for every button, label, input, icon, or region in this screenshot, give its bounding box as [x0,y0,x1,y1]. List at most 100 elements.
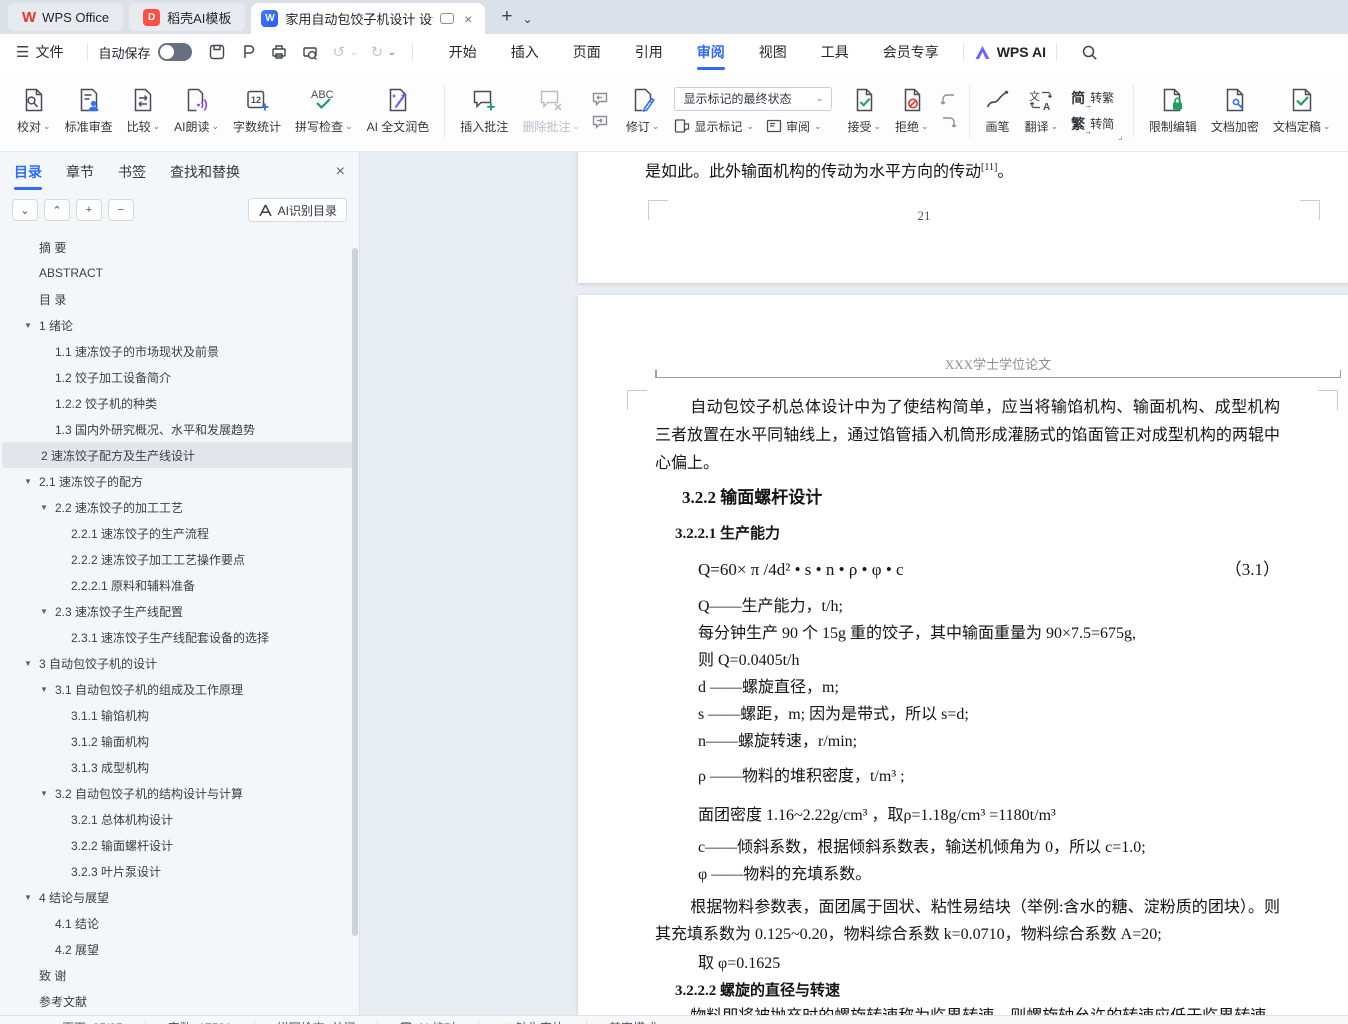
simplified-to-traditional-button[interactable]: 简→ 转繁 [1071,88,1114,108]
file-menu[interactable]: ☰ 文件 [16,42,63,62]
markup-state-dropdown[interactable]: 显示标记的最终状态⌄ [674,87,832,111]
toc-item[interactable]: ▼ 3.2.3 叶片泵设计 [0,858,353,884]
group-expand-icon[interactable]: ⌟ [1118,131,1123,142]
insert-comment-button[interactable]: 插入批注 [453,83,515,139]
toc-item[interactable]: ▼ 1.2.2 饺子机的种类 [0,390,353,416]
toc-item[interactable]: ▼ 3.2 自动包饺子机的结构设计与计算 [0,780,353,806]
tab-display-icon[interactable] [440,13,454,24]
tab-docer-templates[interactable]: D 稻壳AI模板 [129,3,245,31]
proofread-button[interactable]: 校对⌄ [10,83,58,139]
autosave-toggle[interactable] [158,43,192,61]
tab-find-replace[interactable]: 查找和替换 [170,152,240,192]
toc-item[interactable]: ▼ 3.1.1 输馅机构 [0,702,353,728]
tab-bookmarks[interactable]: 书签 [118,152,146,192]
reject-change-button[interactable]: 拒绝⌄ [888,83,936,139]
toc-item[interactable]: ▼ 3 自动包饺子机的设计 [0,650,353,676]
traditional-to-simplified-button[interactable]: 繁→ 转简 [1071,114,1114,134]
toc-item[interactable]: ▼ 2 速冻饺子配方及生产线设计 [2,442,353,468]
toc-item[interactable]: ▼ 1.2 饺子加工设备简介 [0,364,353,390]
toc-item[interactable]: ▼ 3.2.2 输面螺杆设计 [0,832,353,858]
toc-item[interactable]: ▼ 4 结论与展望 [0,884,353,910]
tab-close-icon[interactable]: × [461,10,475,28]
document-canvas[interactable]: 是如此。此外输面机构的传动为水平方向的传动[11]。 21 XXX学士学位论文 … [360,152,1348,1015]
accept-change-button[interactable]: 接受⌄ [840,83,888,139]
zoom-out-outline-button[interactable]: − [108,199,134,221]
toc-item[interactable]: ▼ 致 谢 [0,962,353,988]
menu-item[interactable]: 审阅 [697,34,725,70]
toc-item[interactable]: ▼ 3.1 自动包饺子机的组成及工作原理 [0,676,353,702]
zoom-in-outline-button[interactable]: + [76,199,102,221]
toc-item[interactable]: ▼ 1.1 速冻饺子的市场现状及前景 [0,338,353,364]
toc-item[interactable]: ▼ 2.3 速冻饺子生产线配置 [0,598,353,624]
toc-item[interactable]: ▼ 2.2.1 速冻饺子的生产流程 [0,520,353,546]
previous-change-button[interactable] [940,92,957,107]
status-spellcheck[interactable]: 拼写检查: 关闭 [255,1019,379,1024]
tab-document[interactable]: W 家用自动包饺子机设计 设计说 × [251,3,485,34]
toc-item[interactable]: ▼ 2.1 速冻饺子的配方 [0,468,353,494]
delete-comment-button[interactable]: 删除批注⌄ [515,83,587,139]
redo-button[interactable]: ↻ [371,43,384,61]
export-pdf-button[interactable] [239,43,257,61]
toc-item[interactable]: ▼ 4.1 结论 [0,910,353,936]
ink-pen-button[interactable]: 画笔 [978,83,1018,139]
collapse-all-button[interactable]: ⌃ [44,199,70,221]
undo-dropdown-icon[interactable]: ⌄ [350,47,358,58]
print-preview-button[interactable] [301,43,319,61]
tab-wps-office[interactable]: W WPS Office [8,3,123,31]
toc-item[interactable]: ▼ ABSTRACT [0,260,353,286]
toc-expand-arrow[interactable]: ▼ [24,659,39,668]
toc-item[interactable]: ▼ 1.3 国内外研究概况、水平和发展趋势 [0,416,353,442]
toc-item[interactable]: ▼ 4.2 展望 [0,936,353,962]
status-page-count[interactable]: 页面: 25/25 [40,1019,146,1024]
wps-ai-button[interactable]: WPS AI [974,44,1046,60]
print-button[interactable] [270,43,288,61]
word-count-button[interactable]: 12 字数统计 [226,83,288,139]
ai-recognize-toc-button[interactable]: AI识别目录 [248,198,347,222]
toc-item[interactable]: ▼ 2.2.2 速冻饺子加工工艺操作要点 [0,546,353,572]
status-word-count[interactable]: 字数: 17581 [146,1019,255,1024]
save-button[interactable] [208,43,226,61]
spell-check-button[interactable]: ABC 拼写检查⌄ [288,83,360,139]
next-comment-button[interactable] [591,115,609,130]
toc-item[interactable]: ▼ 2.2.2.1 原料和辅料准备 [0,572,353,598]
new-tab-button[interactable]: + [501,6,512,28]
expand-all-button[interactable]: ⌄ [12,199,38,221]
tab-contents[interactable]: 目录 [14,152,42,192]
toc-expand-arrow[interactable]: ▼ [40,685,55,694]
search-button[interactable] [1081,44,1098,61]
toc-expand-arrow[interactable]: ▼ [40,607,55,616]
previous-comment-button[interactable] [591,92,609,107]
menu-item[interactable]: 工具 [821,34,849,70]
tab-chapters[interactable]: 章节 [66,152,94,192]
status-compat-mode[interactable]: 兼容模式 [587,1019,679,1024]
document-page-21[interactable]: 是如此。此外输面机构的传动为水平方向的传动[11]。 21 [578,152,1348,283]
encrypt-document-button[interactable]: 文档加密 [1204,83,1266,139]
status-ai-proofread[interactable]: AI 校对 [378,1019,479,1024]
toc-item[interactable]: ▼ 2.2 速冻饺子的加工工艺 [0,494,353,520]
menu-item[interactable]: 插入 [511,34,539,70]
toc-expand-arrow[interactable]: ▼ [24,321,39,330]
show-markup-button[interactable]: 显示标记⌄ [674,118,754,135]
sidebar-close-icon[interactable]: × [336,163,345,181]
translate-button[interactable]: 文A 翻译⌄ [1018,83,1066,139]
toc-item[interactable]: ▼ 参考文献 [0,988,353,1014]
finalize-document-button[interactable]: 文档定稿⌄ [1266,83,1338,139]
toc-item[interactable]: ▼ 摘 要 [0,234,353,260]
toc-expand-arrow[interactable]: ▼ [24,893,39,902]
standard-review-button[interactable]: 标准审查 [58,83,120,139]
toc-item[interactable]: ▼ 1 绪论 [0,312,353,338]
document-page-22[interactable]: XXX学士学位论文 自动包饺子机总体设计中为了使结构简单，应当将输馅机构、输面机… [578,295,1348,1015]
undo-button[interactable]: ↺ [332,43,345,61]
review-pane-button[interactable]: 审阅⌄ [766,118,822,135]
menu-item[interactable]: 引用 [635,34,663,70]
toc-item[interactable]: ▼ 3.1.3 成型机构 [0,754,353,780]
tab-list-dropdown-icon[interactable]: ⌄ [523,12,533,26]
track-changes-button[interactable]: 修订⌄ [619,83,667,139]
toc-expand-arrow[interactable]: ▼ [40,503,55,512]
menu-item[interactable]: 页面 [573,34,601,70]
menu-item[interactable]: 开始 [449,34,477,70]
sidebar-scrollbar[interactable] [352,248,358,936]
next-change-button[interactable] [940,115,957,130]
toc-item[interactable]: ▼ 3.2.1 总体机构设计 [0,806,353,832]
restrict-editing-button[interactable]: 限制编辑 [1142,83,1204,139]
